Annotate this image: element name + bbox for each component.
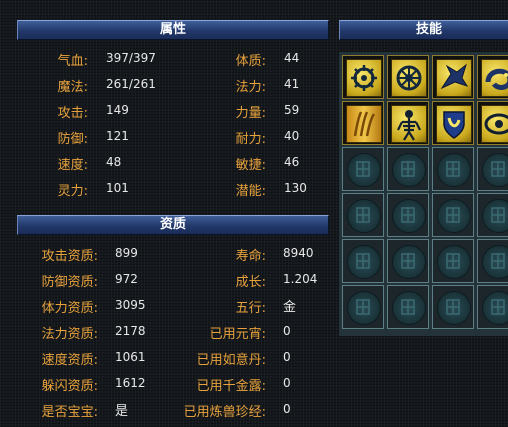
attr-label: 耐力: xyxy=(235,132,266,147)
attr-label: 气血: xyxy=(57,54,88,69)
aptitude-label: 已用炼兽珍经: xyxy=(183,405,266,420)
empty-skill-slot[interactable] xyxy=(477,239,508,283)
eye-skill-icon xyxy=(481,105,508,143)
empty-skill-slot[interactable] xyxy=(342,239,384,283)
skeleton-skill-icon xyxy=(391,105,427,143)
aptitude-value: 1061 xyxy=(115,350,146,364)
aptitude-value: 0 xyxy=(283,376,291,390)
empty-skill-slot[interactable] xyxy=(477,147,508,191)
aptitude-value: 金 xyxy=(283,300,297,315)
skill-slot[interactable] xyxy=(432,101,474,145)
empty-skill-slot[interactable] xyxy=(432,239,474,283)
aptitude-value: 0 xyxy=(283,402,291,416)
attr-value: 130 xyxy=(284,181,307,195)
aptitude-value: 1612 xyxy=(115,376,146,390)
aptitude-value: 0 xyxy=(283,350,291,364)
wheel-skill-icon xyxy=(391,59,427,97)
aptitude-label: 攻击资质: xyxy=(41,249,98,264)
empty-skill-slot[interactable] xyxy=(387,147,429,191)
aptitude-label: 防御资质: xyxy=(41,275,98,290)
empty-skill-slot[interactable] xyxy=(342,285,384,329)
aptitude-value: 8940 xyxy=(283,246,314,260)
aptitude-label: 五行: xyxy=(235,301,266,316)
attr-label: 魔法: xyxy=(57,80,88,95)
compass-skill-icon xyxy=(346,59,382,97)
attr-label: 灵力: xyxy=(57,184,88,199)
attr-value: 261/261 xyxy=(106,77,156,91)
bird-skill-icon xyxy=(436,59,472,97)
aptitude-label: 已用千金露: xyxy=(196,379,266,394)
skill-slot[interactable] xyxy=(387,55,429,99)
attr-label: 敏捷: xyxy=(235,158,266,173)
aptitude-value: 1.204 xyxy=(283,272,318,286)
attr-value: 41 xyxy=(284,77,300,91)
aptitude-value: 3095 xyxy=(115,298,146,312)
skill-slot[interactable] xyxy=(432,55,474,99)
aptitude-label: 体力资质: xyxy=(41,301,98,316)
aptitude-value: 972 xyxy=(115,272,138,286)
aptitude-label: 寿命: xyxy=(235,249,266,264)
skills-title-bar: 技能 xyxy=(339,20,508,40)
aptitude-value: 0 xyxy=(283,324,291,338)
empty-skill-slot[interactable] xyxy=(387,285,429,329)
empty-skill-slot[interactable] xyxy=(432,285,474,329)
attr-label: 法力: xyxy=(235,80,266,95)
claw-skill-icon xyxy=(346,105,382,143)
empty-skill-slot[interactable] xyxy=(342,193,384,237)
attr-value: 40 xyxy=(284,129,300,143)
attr-label: 攻击: xyxy=(57,106,88,121)
empty-skill-slot[interactable] xyxy=(432,147,474,191)
attr-value: 48 xyxy=(106,155,122,169)
empty-skill-slot[interactable] xyxy=(387,193,429,237)
aptitude-value: 2178 xyxy=(115,324,146,338)
empty-skill-slot[interactable] xyxy=(477,285,508,329)
aptitude-label: 法力资质: xyxy=(41,327,98,342)
aptitude-title-bar: 资质 xyxy=(17,215,329,235)
attr-value: 59 xyxy=(284,103,300,117)
serpent-skill-icon xyxy=(481,59,508,97)
attr-label: 体质: xyxy=(235,54,266,69)
attr-value: 149 xyxy=(106,103,129,117)
empty-skill-slot[interactable] xyxy=(477,193,508,237)
aptitude-label: 速度资质: xyxy=(41,353,98,368)
aptitude-label: 已用元宵: xyxy=(209,327,266,342)
attr-label: 潜能: xyxy=(235,184,266,199)
attr-label: 力量: xyxy=(235,106,266,121)
attr-label: 速度: xyxy=(57,158,88,173)
attr-value: 121 xyxy=(106,129,129,143)
empty-skill-slot[interactable] xyxy=(342,147,384,191)
attr-value: 46 xyxy=(284,155,300,169)
attr-label: 防御: xyxy=(57,132,88,147)
aptitude-label: 成长: xyxy=(235,275,266,290)
skill-slot[interactable] xyxy=(477,101,508,145)
attr-value: 101 xyxy=(106,181,129,195)
empty-skill-slot[interactable] xyxy=(432,193,474,237)
attributes-title-bar: 属性 xyxy=(17,20,329,40)
empty-skill-slot[interactable] xyxy=(387,239,429,283)
aptitude-label: 已用如意丹: xyxy=(196,353,266,368)
skill-slot[interactable] xyxy=(477,55,508,99)
skill-slot[interactable] xyxy=(342,101,384,145)
attr-value: 397/397 xyxy=(106,51,156,65)
aptitude-label: 躲闪资质: xyxy=(41,379,98,394)
skill-grid xyxy=(339,52,508,336)
aptitude-value: 是 xyxy=(115,404,129,419)
skill-slot[interactable] xyxy=(342,55,384,99)
shield-skill-icon xyxy=(436,105,472,143)
aptitude-value: 899 xyxy=(115,246,138,260)
attr-value: 44 xyxy=(284,51,300,65)
skill-slot[interactable] xyxy=(387,101,429,145)
aptitude-label: 是否宝宝: xyxy=(41,405,98,420)
